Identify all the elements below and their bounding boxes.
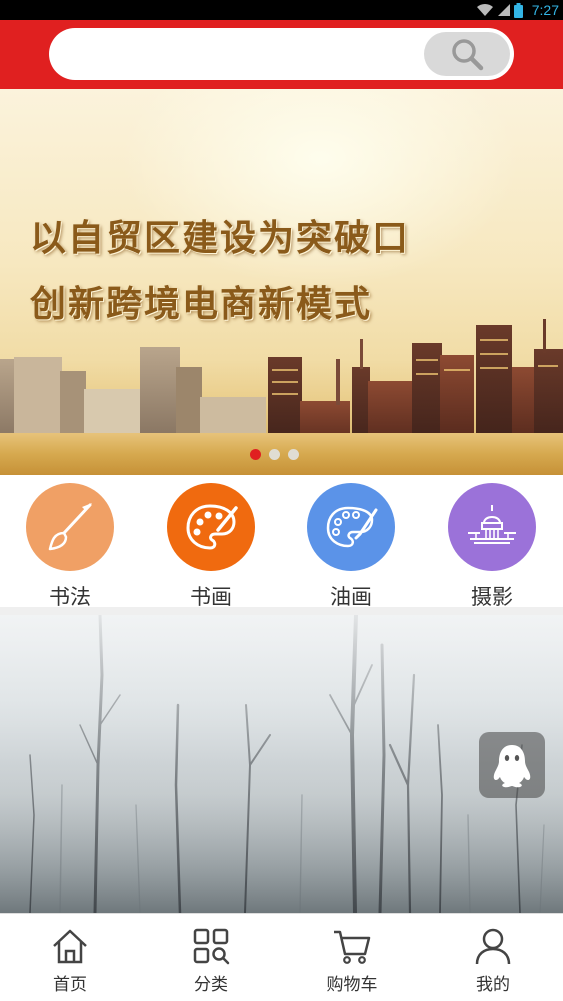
category-shortcuts: 书法 书画 油画 摄影 — [0, 475, 563, 609]
paint-palette-icon — [326, 506, 378, 548]
tab-profile[interactable]: 我的 — [423, 914, 563, 1001]
banner-headline-line1: 以自贸区建设为突破口 — [30, 218, 411, 259]
user-icon — [475, 928, 511, 965]
category-icon-circle — [167, 483, 255, 571]
tab-label: 我的 — [476, 975, 510, 995]
search-icon — [452, 39, 484, 71]
qq-penguin-icon — [493, 745, 531, 788]
tab-cart[interactable]: 购物车 — [282, 914, 422, 1001]
category-icon-circle — [448, 483, 536, 571]
category-icon-circle — [26, 483, 114, 571]
status-bar: 7:27 — [0, 0, 563, 20]
carousel-indicators[interactable] — [250, 449, 299, 460]
category-calligraphy[interactable]: 书法 — [10, 483, 130, 609]
carousel-dot-active[interactable] — [250, 449, 261, 460]
qq-chat-button[interactable] — [479, 732, 545, 798]
tab-label: 分类 — [194, 975, 228, 995]
capitol-building-icon — [468, 505, 516, 544]
carousel-dot[interactable] — [269, 449, 280, 460]
category-photography[interactable]: 摄影 — [432, 483, 552, 609]
search-input[interactable] — [49, 28, 514, 80]
tab-category[interactable]: 分类 — [141, 914, 281, 1001]
status-time: 7:27 — [531, 2, 559, 18]
category-oil-painting[interactable]: 油画 — [291, 483, 411, 609]
section-divider — [0, 607, 563, 615]
category-grid-icon — [193, 928, 230, 965]
category-painting[interactable]: 书画 — [151, 483, 271, 609]
category-icon-circle — [307, 483, 395, 571]
palette-icon — [186, 504, 238, 550]
banner-carousel[interactable]: 以自贸区建设为突破口 创新跨境电商新模式 — [0, 89, 563, 475]
cart-icon — [334, 930, 371, 964]
tab-label: 购物车 — [326, 975, 378, 995]
status-icons: 7:27 — [476, 0, 559, 20]
tab-home[interactable]: 首页 — [0, 914, 140, 1001]
battery-icon — [513, 2, 523, 18]
search-button[interactable] — [424, 32, 510, 76]
tab-label: 首页 — [53, 975, 87, 995]
app-header — [0, 20, 563, 89]
home-icon — [53, 929, 87, 964]
carousel-dot[interactable] — [288, 449, 299, 460]
wifi-icon — [476, 3, 493, 17]
brush-icon — [48, 503, 92, 551]
signal-icon — [497, 4, 510, 16]
bottom-tab-bar: 首页 分类 购物车 我的 — [0, 913, 563, 1001]
